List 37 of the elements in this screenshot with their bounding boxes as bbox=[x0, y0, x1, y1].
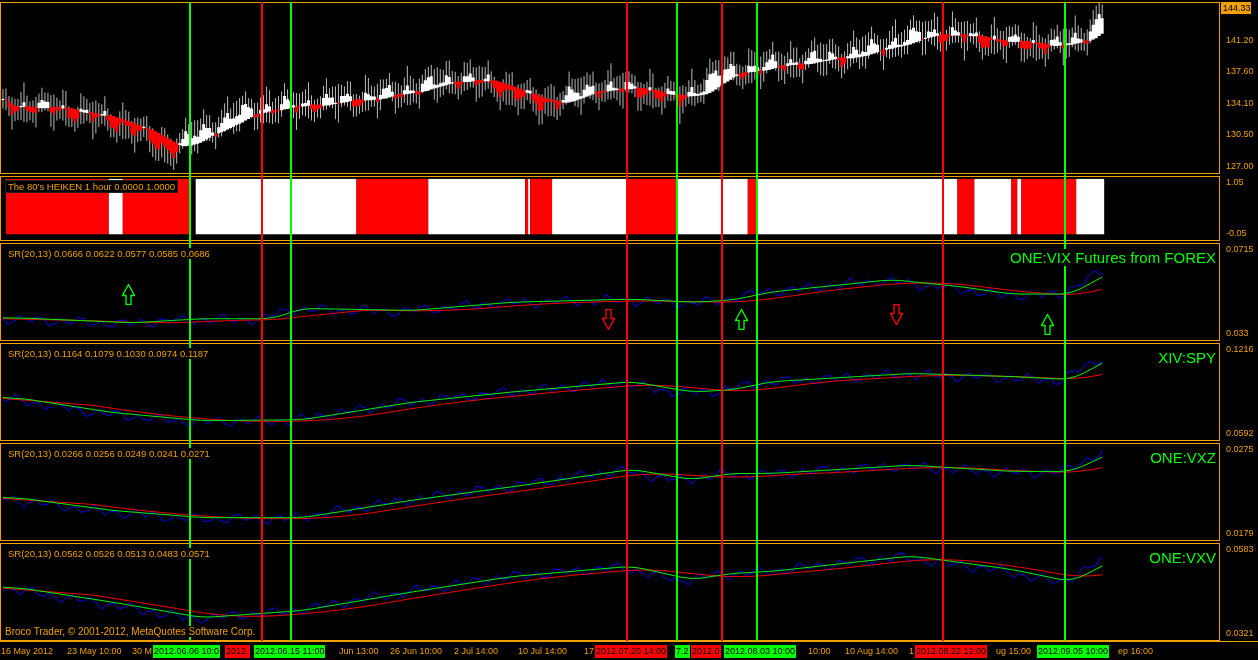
down-arrow-icon bbox=[602, 309, 615, 330]
price-scale-label: 0.0275 bbox=[1225, 443, 1254, 455]
price-scale-label: 144.33 bbox=[1221, 2, 1251, 14]
time-axis-label: 7.2 bbox=[675, 644, 690, 658]
price-scale-label: 141.20 bbox=[1225, 33, 1254, 46]
price-scale-label: -0.05 bbox=[1225, 227, 1247, 239]
copyright-text: Broco Trader, © 2001-2012, MetaQuotes Software Corp. bbox=[5, 626, 256, 637]
price-scale-label: 137.60 bbox=[1225, 65, 1254, 78]
time-axis-label: 2012.0 bbox=[691, 644, 721, 658]
price-scale-label: 130.50 bbox=[1225, 128, 1254, 141]
time-axis-label: 2012.07.20 14:00 bbox=[595, 644, 668, 658]
indicator-label: SR(20,13) 0.0562 0.0526 0.0513 0.0483 0.0571 bbox=[6, 548, 212, 559]
indicator-label: The 80's HEIKEN 1 hour 0.0000 1.0000 bbox=[6, 181, 178, 192]
price-scale-label: 1.05 bbox=[1225, 176, 1244, 188]
time-axis-label: 2012.08.22 12:00 bbox=[915, 644, 988, 658]
price-scale-label: 0.0179 bbox=[1225, 527, 1254, 539]
up-arrow-icon bbox=[735, 309, 748, 330]
time-axis-label: 2012. bbox=[225, 644, 250, 658]
price-scale-label: 0.1216 bbox=[1225, 343, 1254, 355]
indicator-label: SR(20,13) 0.1164 0.1079 0.1030 0.0974 0.1187 bbox=[6, 348, 211, 359]
price-scale-label: 0.033 bbox=[1225, 327, 1249, 339]
price-scale-label: 134.10 bbox=[1225, 96, 1254, 109]
symbol-label: ONE:VIX Futures from FOREX bbox=[1010, 249, 1216, 266]
price-scale-label: 0.0715 bbox=[1225, 243, 1254, 255]
price-scale-label: 0.0321 bbox=[1225, 627, 1254, 639]
price-scale-label: 127.00 bbox=[1225, 159, 1254, 172]
time-axis-label: 2012.06.15 11:00 bbox=[254, 644, 326, 658]
time-axis-label: 2012.08.03 10:00 bbox=[724, 644, 797, 658]
price-scale-label: 0.0592 bbox=[1225, 427, 1254, 439]
time-axis-label: 2012.09.05 10:00 bbox=[1037, 644, 1110, 658]
down-arrow-icon bbox=[890, 304, 903, 325]
indicator-label: SR(20,13) 0.0666 0.0622 0.0577 0.0585 0.0686 bbox=[6, 248, 212, 259]
up-arrow-icon bbox=[122, 284, 135, 305]
indicator-label: SR(20,13) 0.0266 0.0256 0.0249 0.0241 0.0271 bbox=[6, 448, 212, 459]
up-arrow-icon bbox=[1041, 314, 1054, 335]
price-scale-label: 0.0583 bbox=[1225, 543, 1254, 555]
time-axis-label: 2012.06.06 10:0 bbox=[153, 644, 221, 658]
